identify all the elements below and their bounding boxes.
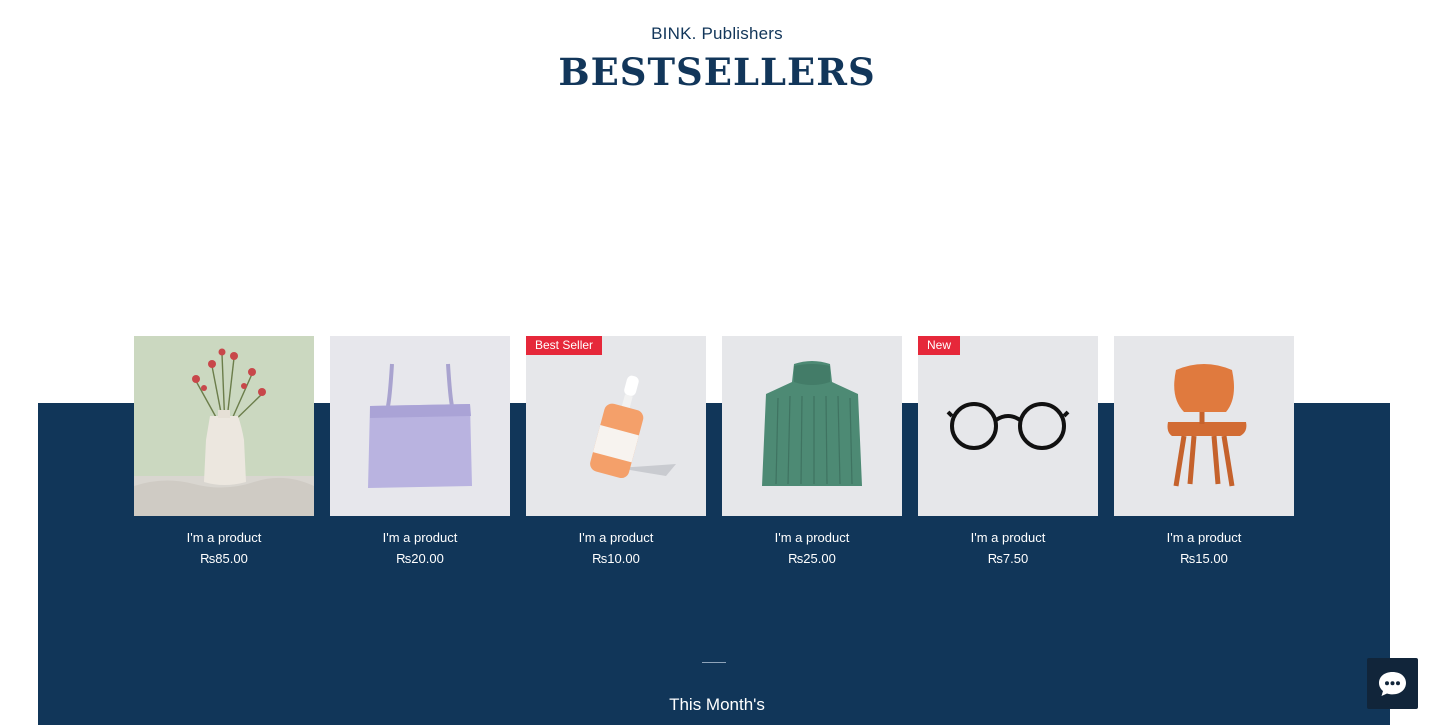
product-name[interactable]: I'm a product: [526, 530, 706, 545]
chat-bubble-icon: [1379, 672, 1406, 696]
product-image-green-sweater[interactable]: [722, 336, 902, 516]
product-name[interactable]: I'm a product: [918, 530, 1098, 545]
product-price: ₨20.00: [396, 551, 444, 566]
product-price: ₨7.50: [987, 551, 1029, 566]
section-heading: This Month's: [669, 695, 765, 714]
product-card[interactable]: I'm a product ₨20.00: [330, 336, 510, 576]
new-badge: New: [918, 336, 961, 355]
best-seller-badge: Best Seller: [526, 336, 603, 355]
product-card[interactable]: I'm a product ₨25.00: [722, 336, 902, 576]
product-name[interactable]: I'm a product: [722, 530, 902, 545]
product-name[interactable]: I'm a product: [134, 530, 314, 545]
page-title: BESTSELLERS: [558, 50, 876, 94]
product-name[interactable]: I'm a product: [330, 530, 510, 545]
product-image-eyeglasses[interactable]: New: [918, 336, 1098, 516]
chat-button[interactable]: [1367, 658, 1418, 709]
brand-name: BINK. Publishers: [651, 24, 783, 43]
product-price: ₨10.00: [592, 551, 640, 566]
product-image-serum-bottle[interactable]: Best Seller: [526, 336, 706, 516]
product-card[interactable]: New I'm a product ₨7.50: [918, 336, 1098, 576]
product-gallery: I'm a product ₨85.00 I'm a product ₨20.0…: [134, 336, 1294, 576]
product-name[interactable]: I'm a product: [1114, 530, 1294, 545]
product-card[interactable]: I'm a product ₨85.00: [134, 336, 314, 576]
product-price: ₨85.00: [200, 551, 248, 566]
product-price: ₨15.00: [1180, 551, 1228, 566]
product-card[interactable]: Best Seller I'm a product ₨10.00: [526, 336, 706, 576]
product-image-wooden-chair[interactable]: [1114, 336, 1294, 516]
product-image-tote-bag[interactable]: [330, 336, 510, 516]
product-image-flower-vase[interactable]: [134, 336, 314, 516]
section-divider: [702, 662, 726, 663]
product-card[interactable]: I'm a product ₨15.00: [1114, 336, 1294, 576]
product-price: ₨25.00: [788, 551, 836, 566]
